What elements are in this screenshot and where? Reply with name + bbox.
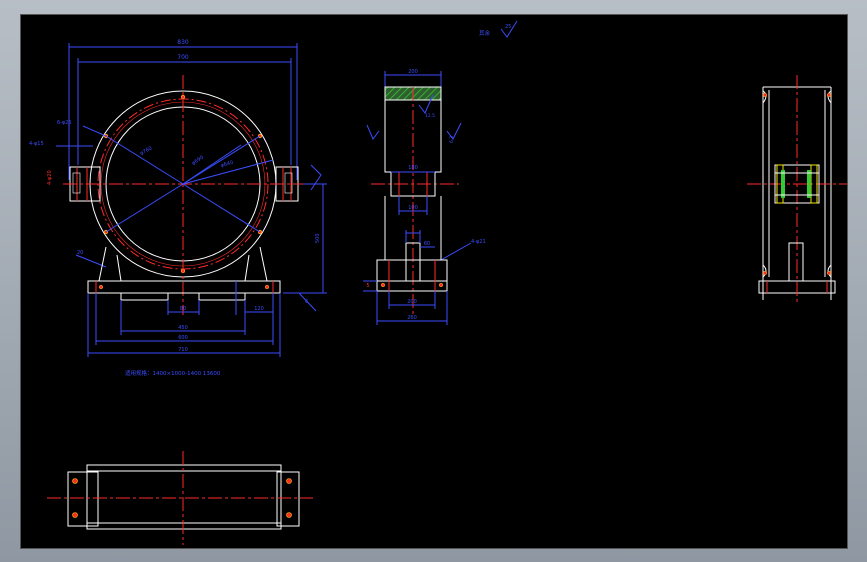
side-roughness-marks: [366, 94, 462, 140]
dim-top-inner: 700: [177, 54, 189, 61]
radial-leaders: [56, 125, 274, 268]
dim-side-base-outer: 260: [407, 315, 417, 321]
dim-side-lower: 100: [408, 205, 418, 211]
dim-side-height: 5: [366, 283, 369, 289]
cad-viewport[interactable]: 830 700 4-φ20 φ760 φ690 φ640 4-φ15 6-φ25…: [20, 14, 848, 549]
bottom-dimensions: [87, 281, 281, 357]
dim-side-pin: 60: [424, 241, 430, 247]
dim-foot-slot: 80: [180, 306, 186, 312]
roughness-note: 其余 25: [479, 20, 518, 38]
dim-center-height: 500: [315, 233, 321, 243]
roughness-note-label: 其余: [479, 29, 491, 37]
front-view: 830 700 4-φ20 φ760 φ690 φ640 4-φ15 6-φ25…: [29, 39, 327, 377]
dim-corner-hole: 4-φ15: [29, 141, 44, 147]
dim-foot-small: 120: [254, 306, 264, 312]
dim-dia-mid: φ690: [191, 155, 205, 167]
roughness-b: 6.3: [449, 136, 455, 143]
roughness-a: 12.5: [425, 113, 435, 119]
dim-foot-inner: 450: [178, 325, 188, 331]
side-view: 200 180 100 60 4-φ21 200 260 5 12.5 6.3: [363, 69, 486, 325]
dim-rib: 20: [77, 250, 83, 256]
right-view: [747, 75, 847, 305]
side-pin-dims: [405, 230, 472, 261]
plan-body: [86, 464, 282, 530]
plan-view: [47, 451, 313, 545]
dim-side-mid: 180: [408, 165, 418, 171]
dim-dia-outer: φ760: [139, 145, 153, 156]
side-base-lower: [376, 280, 448, 292]
dim-dia-inner: φ640: [220, 160, 234, 169]
right-pin: [788, 242, 804, 282]
dim-side-top: 200: [408, 69, 418, 75]
front-view-note: 适用规格：1400×1000-1400 13600: [125, 369, 221, 377]
dim-weld: 6: [305, 299, 308, 305]
side-base-upper: [376, 259, 448, 282]
roughness-note-value: 25: [505, 24, 511, 30]
dim-top-outer: 830: [177, 39, 189, 46]
dim-side-base-inner: 200: [407, 299, 417, 305]
dim-side-hole: 4-φ20: [47, 170, 53, 185]
side-base-dims: [363, 280, 448, 325]
cad-drawing-canvas: 830 700 4-φ20 φ760 φ690 φ640 4-φ15 6-φ25…: [29, 20, 847, 545]
dim-foot-mid: 600: [178, 335, 188, 341]
dim-foot-outer: 710: [178, 347, 188, 353]
dim-side-chamfer: 4-φ21: [471, 239, 486, 245]
dim-flange-hole: 6-φ25: [57, 120, 72, 126]
